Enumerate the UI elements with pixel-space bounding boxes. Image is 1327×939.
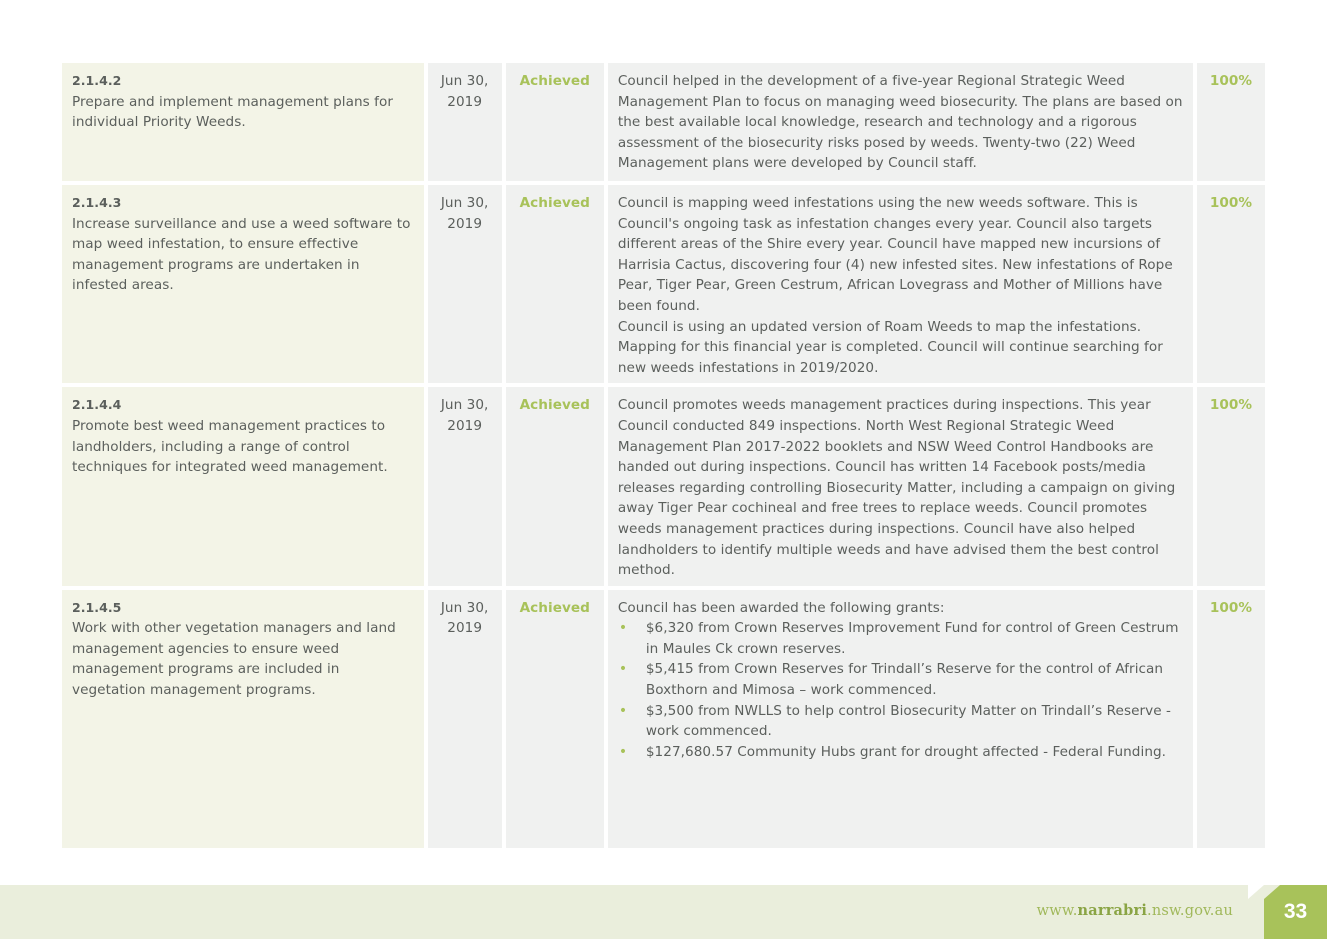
comment-paragraph: Council helped in the development of a f… bbox=[617, 73, 1183, 172]
progress-value: 100% bbox=[1196, 387, 1265, 586]
comment-cell: Council promotes weeds management practi… bbox=[607, 387, 1193, 586]
date-line-2: 2019 bbox=[447, 215, 483, 232]
comment-paragraph: Council is using an updated version of R… bbox=[617, 318, 1163, 376]
list-item: • $3,500 from NWLLS to help control Bios… bbox=[618, 701, 1183, 742]
table-row: 2.1.4.3 Increase surveillance and use a … bbox=[62, 185, 1265, 384]
date-cell: Jun 30, 2019 bbox=[427, 63, 502, 181]
status-badge: Achieved bbox=[505, 387, 604, 586]
grant-text: $3,500 from NWLLS to help control Biosec… bbox=[645, 702, 1171, 740]
status-badge: Achieved bbox=[505, 185, 604, 384]
table-row: 2.1.4.4 Promote best weed management pra… bbox=[62, 387, 1265, 586]
date-line-2: 2019 bbox=[447, 417, 483, 434]
url-suffix: .nsw.gov.au bbox=[1147, 903, 1233, 919]
progress-value: 100% bbox=[1196, 589, 1265, 848]
actions-table-container: 2.1.4.2 Prepare and implement management… bbox=[60, 59, 1267, 852]
url-brand: narrabri bbox=[1077, 902, 1148, 919]
bullet-icon: • bbox=[618, 661, 628, 678]
action-description: Increase surveillance and use a weed sof… bbox=[72, 215, 411, 294]
action-cell: 2.1.4.3 Increase surveillance and use a … bbox=[62, 185, 424, 384]
comment-cell: Council helped in the development of a f… bbox=[607, 63, 1193, 181]
progress-value: 100% bbox=[1196, 185, 1265, 384]
action-code: 2.1.4.5 bbox=[72, 599, 122, 615]
progress-value: 100% bbox=[1196, 63, 1265, 181]
page-number: 33 bbox=[1283, 900, 1308, 923]
date-cell: Jun 30, 2019 bbox=[427, 589, 502, 848]
action-code: 2.1.4.4 bbox=[72, 397, 122, 413]
grant-text: $127,680.57 Community Hubs grant for dro… bbox=[645, 743, 1167, 760]
bullet-icon: • bbox=[618, 743, 628, 760]
comment-cell: Council is mapping weed infestations usi… bbox=[607, 185, 1193, 384]
status-badge: Achieved bbox=[505, 589, 604, 848]
comment-paragraph: Council is mapping weed infestations usi… bbox=[617, 195, 1173, 314]
bullet-icon: • bbox=[618, 620, 628, 637]
comment-paragraph: Council promotes weeds management practi… bbox=[617, 397, 1176, 579]
action-cell: 2.1.4.2 Prepare and implement management… bbox=[62, 63, 424, 181]
date-line-1: Jun 30, bbox=[440, 195, 489, 211]
date-line-1: Jun 30, bbox=[440, 73, 489, 89]
footer-notch bbox=[1248, 885, 1264, 899]
list-item: • $5,415 from Crown Reserves for Trindal… bbox=[618, 659, 1183, 700]
date-line-1: Jun 30, bbox=[440, 599, 489, 616]
url-prefix: www. bbox=[1036, 903, 1078, 919]
table-row: 2.1.4.2 Prepare and implement management… bbox=[62, 63, 1265, 181]
comment-intro: Council has been awarded the following g… bbox=[617, 599, 945, 616]
table-row: 2.1.4.5 Work with other vegetation manag… bbox=[62, 589, 1265, 848]
date-line-2: 2019 bbox=[447, 620, 483, 637]
action-description: Promote best weed management practices t… bbox=[72, 417, 388, 476]
date-cell: Jun 30, 2019 bbox=[427, 387, 502, 586]
action-cell: 2.1.4.4 Promote best weed management pra… bbox=[62, 387, 424, 586]
action-code: 2.1.4.2 bbox=[72, 73, 122, 88]
list-item: • $127,680.57 Community Hubs grant for d… bbox=[618, 742, 1183, 763]
list-item: • $6,320 from Crown Reserves Improvement… bbox=[618, 618, 1183, 659]
grant-text: $5,415 from Crown Reserves for Trindall’… bbox=[645, 661, 1164, 699]
action-description: Prepare and implement management plans f… bbox=[72, 93, 394, 131]
date-line-1: Jun 30, bbox=[440, 397, 489, 414]
grants-list: • $6,320 from Crown Reserves Improvement… bbox=[618, 618, 1183, 762]
bullet-icon: • bbox=[618, 702, 628, 719]
actions-table: 2.1.4.2 Prepare and implement management… bbox=[58, 59, 1269, 852]
comment-cell: Council has been awarded the following g… bbox=[607, 589, 1193, 848]
action-cell: 2.1.4.5 Work with other vegetation manag… bbox=[62, 589, 424, 848]
website-link[interactable]: www.narrabri.nsw.gov.au bbox=[1037, 902, 1233, 919]
action-code: 2.1.4.3 bbox=[72, 195, 122, 210]
action-description: Work with other vegetation managers and … bbox=[72, 620, 396, 699]
grant-text: $6,320 from Crown Reserves Improvement F… bbox=[645, 620, 1179, 657]
date-line-2: 2019 bbox=[447, 93, 483, 110]
date-cell: Jun 30, 2019 bbox=[427, 185, 502, 384]
status-badge: Achieved bbox=[505, 63, 604, 181]
